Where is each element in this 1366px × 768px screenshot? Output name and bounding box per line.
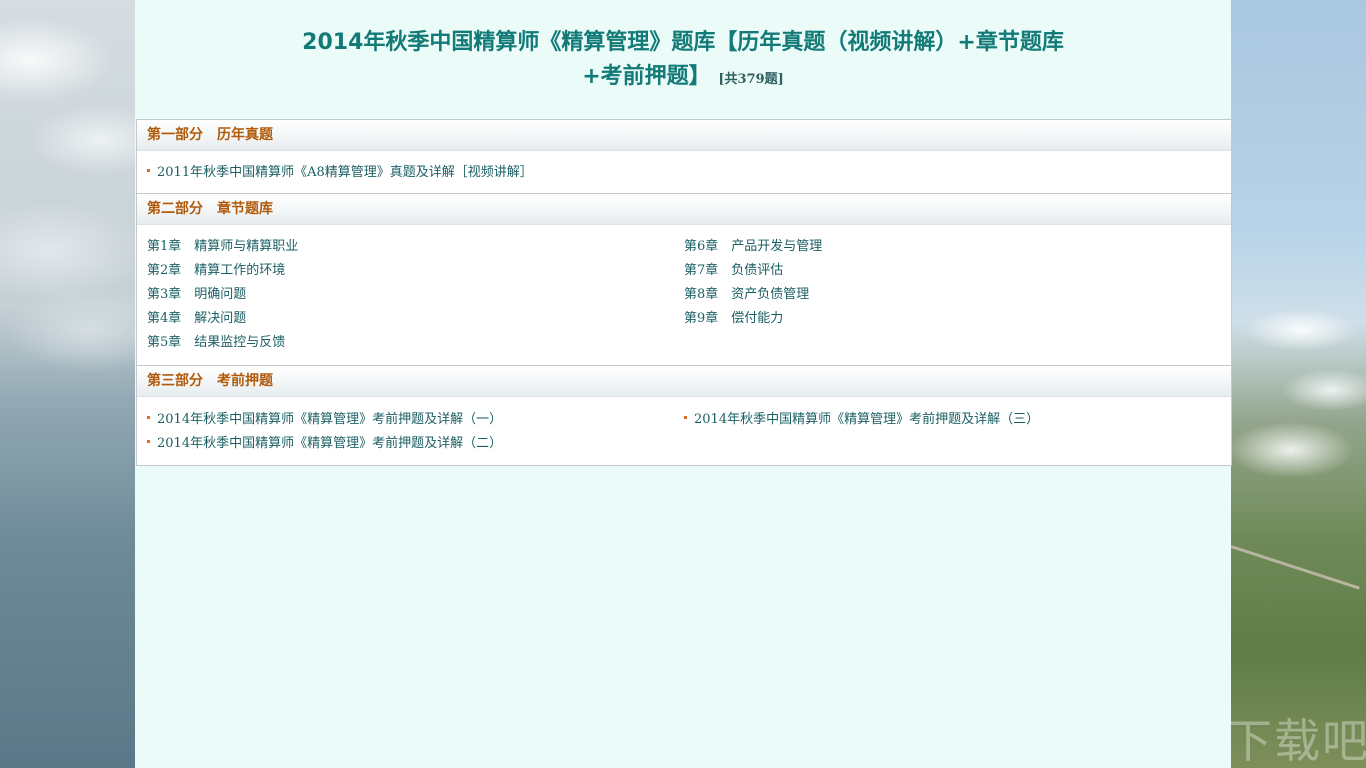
background-right-image xyxy=(1231,0,1366,768)
chapter-link-4[interactable]: 第4章 解决问题 xyxy=(147,307,684,331)
chapter-link-3[interactable]: 第3章 明确问题 xyxy=(147,283,684,307)
content-panel: 2014年秋季中国精算师《精算管理》题库【历年真题（视频讲解）+章节题库 +考前… xyxy=(135,0,1232,768)
question-count: [共379题] xyxy=(718,72,784,87)
mock-list-right: 2014年秋季中国精算师《精算管理》考前押题及详解（三） xyxy=(684,408,1221,456)
chapter-link-6[interactable]: 第6章 产品开发与管理 xyxy=(684,235,1221,259)
background-left-image xyxy=(0,0,135,768)
title-line-1: 2014年秋季中国精算师《精算管理》题库【历年真题（视频讲解）+章节题库 xyxy=(302,30,1064,55)
exam-link[interactable]: 2011年秋季中国精算师《A8精算管理》真题及详解［视频讲解］ xyxy=(147,161,1221,185)
mock-exam-link-3[interactable]: 2014年秋季中国精算师《精算管理》考前押题及详解（三） xyxy=(684,408,1221,432)
chapter-list-right: 第6章 产品开发与管理 第7章 负债评估 第8章 资产负债管理 第9章 偿付能力 xyxy=(684,235,1221,355)
chapter-link-5[interactable]: 第5章 结果监控与反馈 xyxy=(147,331,684,355)
chapter-link-1[interactable]: 第1章 精算师与精算职业 xyxy=(147,235,684,259)
chapter-link-8[interactable]: 第8章 资产负债管理 xyxy=(684,283,1221,307)
watermark-logo: 下载吧 xyxy=(1226,714,1366,768)
chapter-list-left: 第1章 精算师与精算职业 第2章 精算工作的环境 第3章 明确问题 第4章 解决问题 第… xyxy=(147,235,684,355)
mock-exam-link-1[interactable]: 2014年秋季中国精算师《精算管理》考前押题及详解（一） xyxy=(147,408,684,432)
bullet-icon xyxy=(147,416,150,419)
chapter-link-9[interactable]: 第9章 偿付能力 xyxy=(684,307,1221,331)
title-line-2: +考前押题】 xyxy=(582,64,711,89)
section-past-exams: 第一部分 历年真题 2011年秋季中国精算师《A8精算管理》真题及详解［视频讲解… xyxy=(136,119,1232,194)
bullet-icon xyxy=(147,440,150,443)
mock-exam-link-2[interactable]: 2014年秋季中国精算师《精算管理》考前押题及详解（二） xyxy=(147,432,684,456)
section-header: 第一部分 历年真题 xyxy=(137,120,1231,151)
section-mock-exams: 第三部分 考前押题 2014年秋季中国精算师《精算管理》考前押题及详解（一） 2… xyxy=(136,366,1232,466)
bullet-icon xyxy=(147,169,150,172)
page-title: 2014年秋季中国精算师《精算管理》题库【历年真题（视频讲解）+章节题库 +考前… xyxy=(135,0,1231,97)
chapter-link-7[interactable]: 第7章 负债评估 xyxy=(684,259,1221,283)
mock-list-left: 2014年秋季中国精算师《精算管理》考前押题及详解（一） 2014年秋季中国精算… xyxy=(147,408,684,456)
chapter-link-2[interactable]: 第2章 精算工作的环境 xyxy=(147,259,684,283)
section-chapter-bank: 第二部分 章节题库 第1章 精算师与精算职业 第2章 精算工作的环境 第3章 明确问题… xyxy=(136,194,1232,366)
section-header: 第二部分 章节题库 xyxy=(137,194,1231,225)
section-header: 第三部分 考前押题 xyxy=(137,366,1231,397)
bullet-icon xyxy=(684,416,687,419)
